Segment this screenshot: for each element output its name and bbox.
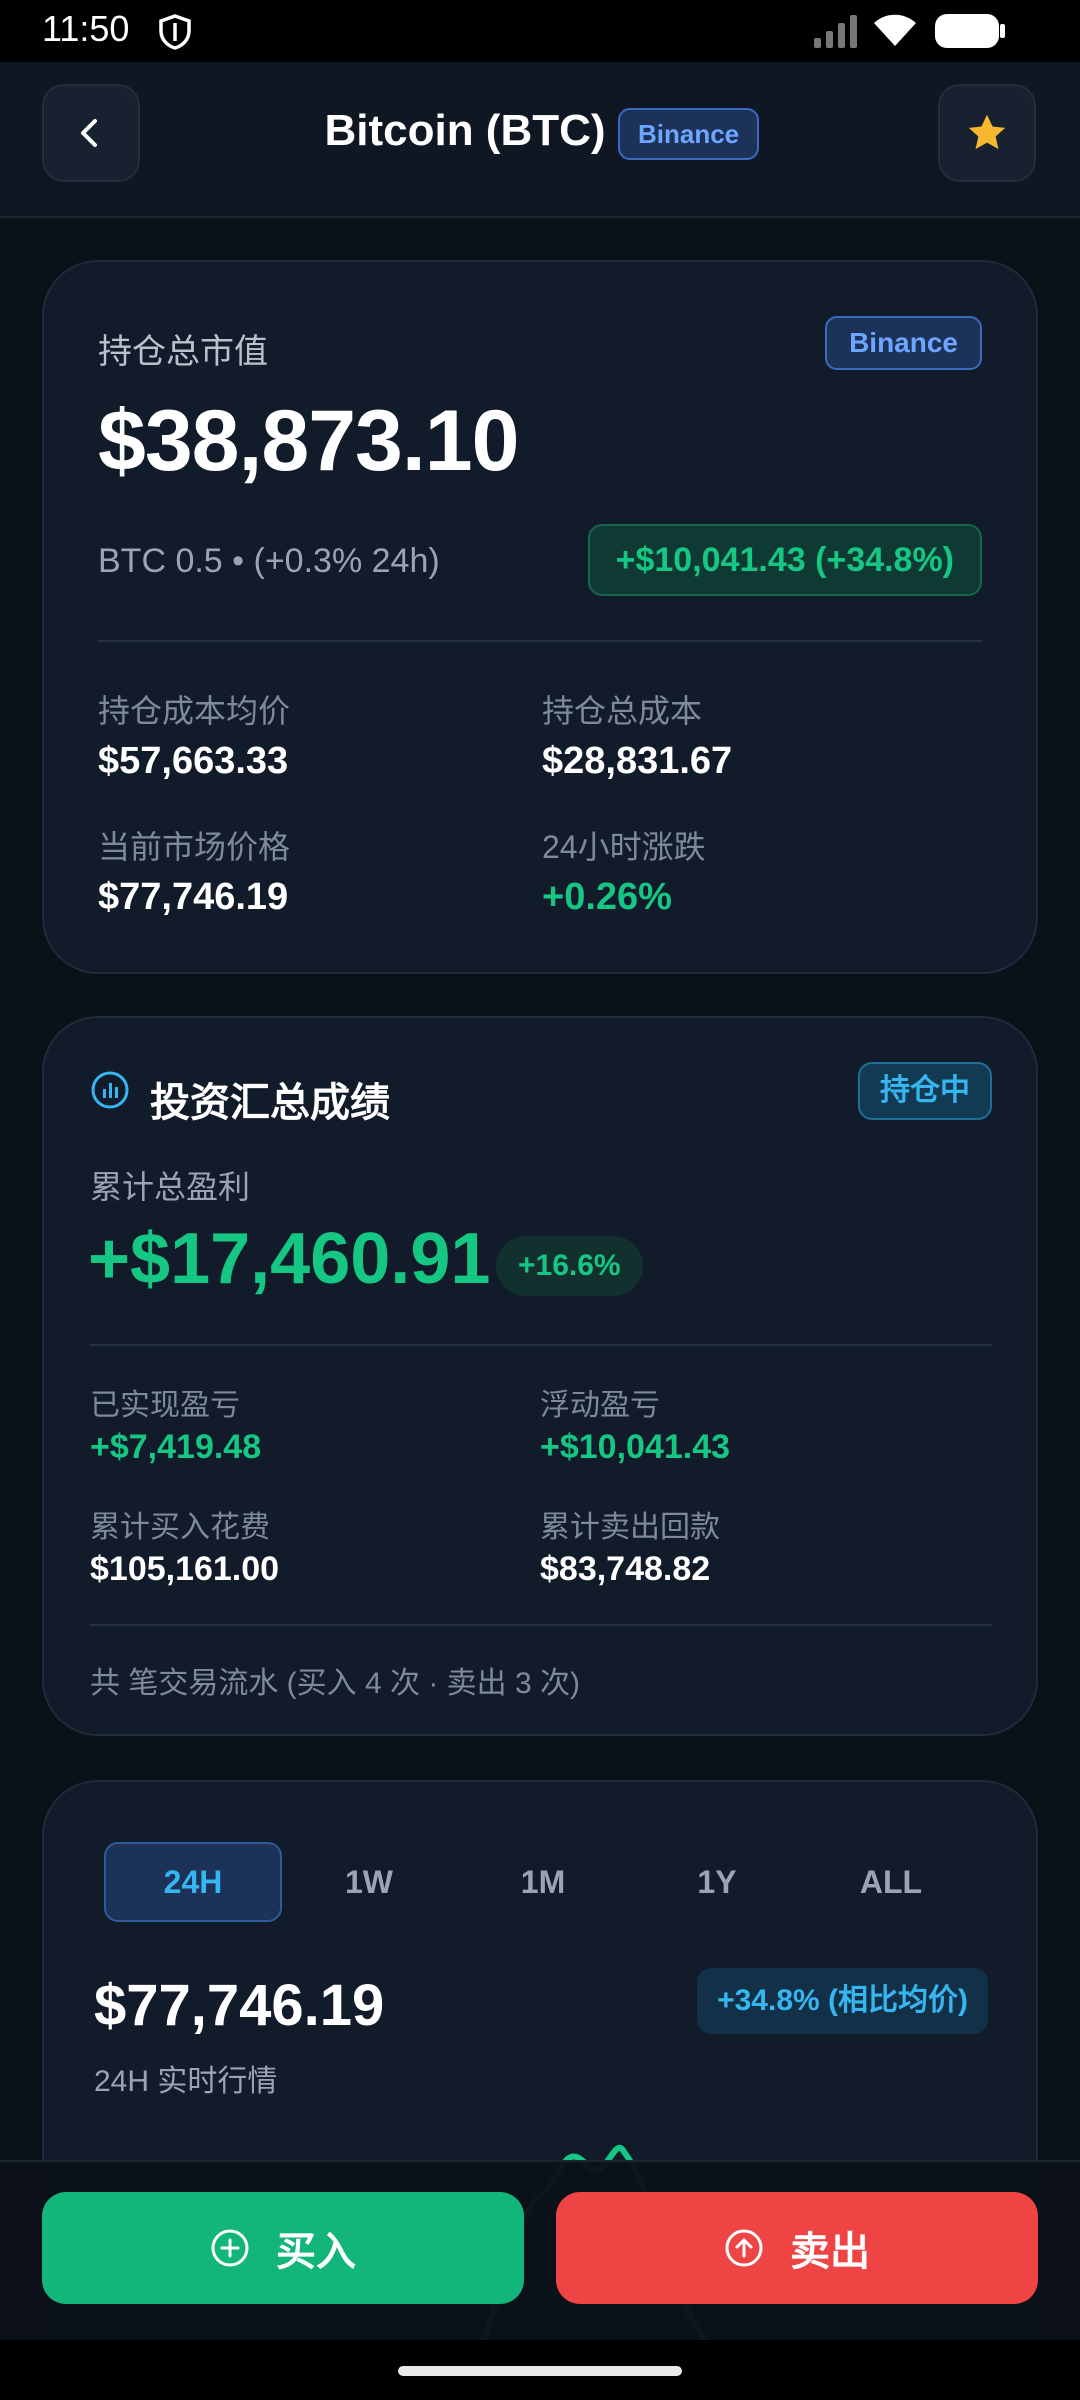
status-time: 11:50: [42, 8, 130, 49]
tab-24h[interactable]: 24H: [104, 1842, 282, 1922]
stat-value: +$10,041.43: [540, 1428, 731, 1466]
stat-value: $77,746.19: [98, 876, 289, 918]
page-title: Bitcoin (BTC): [324, 106, 606, 155]
signal-icon: [814, 15, 857, 48]
buy-button[interactable]: 买入: [42, 2192, 524, 2304]
stat-avg-cost: 持仓成本均价 $57,663.33: [98, 686, 290, 783]
shield-icon: [159, 14, 191, 50]
timeframe-tabs: 24H 1W 1M 1Y ALL: [104, 1842, 984, 1922]
total-value: $38,873.10: [98, 393, 519, 489]
stat-value: +0.26%: [542, 876, 672, 918]
position-card: 持仓总市值 Binance $38,873.10 BTC 0.5 • (+0.3…: [42, 260, 1038, 974]
stat-total-sell: 累计卖出回款 $83,748.82: [540, 1502, 720, 1589]
status-badge: 持仓中: [858, 1062, 992, 1120]
stat-label: 当前市场价格: [98, 829, 291, 865]
unrealized-gain-pill: +$10,041.43 (+34.8%): [587, 524, 982, 596]
stat-label: 累计卖出回款: [540, 1511, 720, 1544]
cumulative-profit-pct: +16.6%: [496, 1236, 643, 1296]
stat-label: 24小时涨跌: [542, 829, 706, 865]
vs-average-pill: +34.8% (相比均价): [697, 1968, 988, 2034]
stat-value: +$7,419.48: [90, 1428, 262, 1466]
status-bar: 11:50: [0, 0, 1080, 62]
stat-value: $28,831.67: [542, 740, 733, 782]
star-icon: [968, 114, 1006, 150]
cumulative-profit-value: +$17,460.91: [88, 1219, 491, 1299]
buy-label: 买入: [276, 2230, 356, 2274]
exchange-badge: Binance: [825, 316, 982, 370]
stat-market-price: 当前市场价格 $77,746.19: [98, 822, 290, 919]
divider: [90, 1624, 992, 1626]
top-header: Bitcoin (BTC) Binance: [0, 62, 1080, 218]
divider: [98, 640, 982, 642]
sell-button[interactable]: 卖出: [556, 2192, 1038, 2304]
home-indicator[interactable]: [398, 2366, 682, 2376]
arrow-up-circle-icon: [725, 2229, 763, 2267]
divider: [90, 1344, 992, 1346]
stat-label: 已实现盈亏: [90, 1389, 240, 1422]
screen: 11:50 Bitcoin (BTC) Binance 持仓总市值 Binanc…: [0, 0, 1080, 2400]
stat-value: $57,663.33: [98, 740, 289, 782]
sell-label: 卖出: [790, 2230, 870, 2274]
current-price: $77,746.19: [94, 1973, 385, 2038]
stat-value: $83,748.82: [540, 1550, 711, 1588]
price-subtitle: 24H 实时行情: [94, 2065, 278, 2098]
tab-all[interactable]: ALL: [802, 1842, 980, 1922]
holding-line: BTC 0.5 • (+0.3% 24h): [98, 542, 440, 580]
stat-total-buy: 累计买入花费 $105,161.00: [90, 1502, 279, 1589]
stat-floating-pnl: 浮动盈亏 +$10,041.43: [540, 1380, 730, 1467]
stat-24h-change: 24小时涨跌 +0.26%: [542, 822, 706, 919]
exchange-badge: Binance: [618, 108, 760, 160]
total-value-label: 持仓总市值: [98, 333, 268, 371]
wifi-icon: [874, 14, 916, 46]
trade-count-note: 共 笔交易流水 (买入 4 次 · 卖出 3 次): [90, 1667, 581, 1700]
favorite-button[interactable]: [938, 84, 1036, 182]
tab-1y[interactable]: 1Y: [628, 1842, 806, 1922]
battery-icon: [935, 14, 1005, 48]
bottom-action-bar: 买入 卖出: [0, 2160, 1080, 2340]
stat-value: $105,161.00: [90, 1550, 280, 1588]
plus-circle-icon: [211, 2229, 249, 2267]
chart-icon: [91, 1071, 129, 1109]
stat-realized-pnl: 已实现盈亏 +$7,419.48: [90, 1380, 261, 1467]
stat-total-cost: 持仓总成本 $28,831.67: [542, 686, 732, 783]
stat-label: 持仓总成本: [542, 693, 703, 729]
tab-1w[interactable]: 1W: [280, 1842, 458, 1922]
stat-label: 浮动盈亏: [540, 1389, 660, 1422]
system-nav-bar: [0, 2340, 1080, 2400]
stat-label: 累计买入花费: [90, 1511, 270, 1544]
stat-label: 持仓成本均价: [98, 693, 291, 729]
cumulative-profit-label: 累计总盈利: [90, 1169, 251, 1205]
summary-title: 投资汇总成绩: [150, 1081, 390, 1125]
tab-1m[interactable]: 1M: [454, 1842, 632, 1922]
summary-card: 投资汇总成绩 持仓中 累计总盈利 +$17,460.91 +16.6% 已实现盈…: [42, 1016, 1038, 1736]
